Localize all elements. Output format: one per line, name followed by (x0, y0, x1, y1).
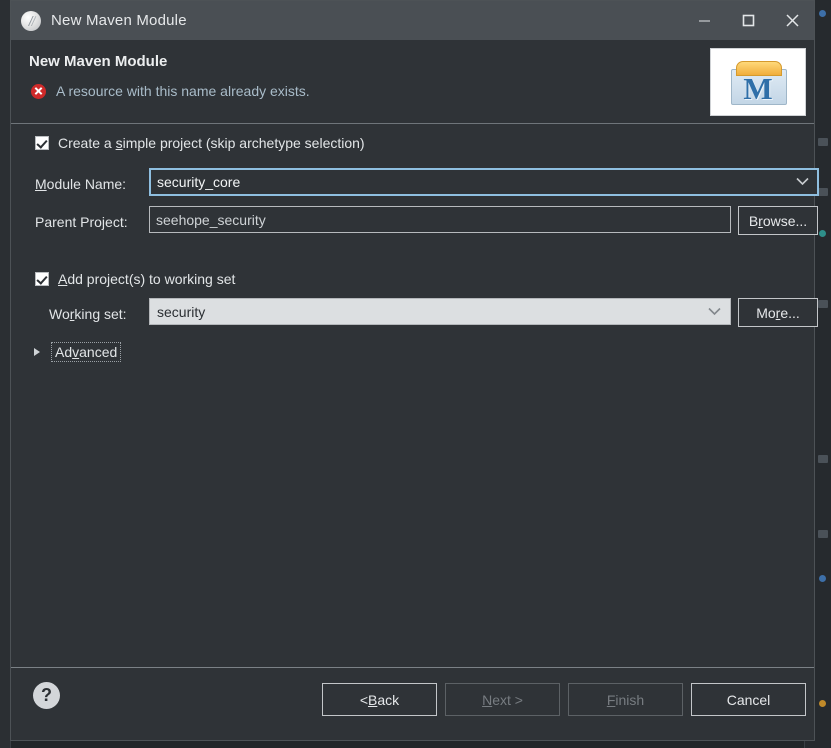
ide-panel-accent (819, 575, 826, 582)
label-prefix: Create a (58, 135, 116, 151)
label-suffix: ack (377, 691, 400, 708)
ide-panel-accent (819, 700, 826, 707)
browse-button[interactable]: Br owse... (738, 206, 818, 235)
ide-gutter-mark (1, 375, 10, 384)
ide-gutter-mark (1, 350, 10, 359)
ide-gutter-mark (1, 320, 10, 329)
cancel-button[interactable]: Cancel (691, 683, 806, 716)
working-set-combo[interactable] (149, 298, 731, 325)
ide-panel-mark (818, 188, 828, 196)
maven-feather-icon (21, 10, 41, 31)
window-controls (682, 1, 814, 40)
module-name-row: Module Name: (35, 176, 126, 192)
label-prefix: Wo (49, 306, 70, 322)
label-suffix: ext > (492, 691, 523, 708)
label-mnemonic: A (58, 271, 68, 287)
label-suffix: owse... (762, 212, 808, 229)
maven-letter: M (743, 71, 773, 106)
page-title: New Maven Module (29, 53, 168, 70)
dialog-button-bar: < Back Next > Finish Cancel (322, 683, 806, 716)
label-suffix: inish (615, 691, 645, 708)
minimize-icon[interactable] (682, 1, 726, 40)
add-to-working-set-checkbox[interactable] (35, 272, 49, 286)
dialog-title: New Maven Module (51, 12, 187, 29)
simple-project-checkbox[interactable] (35, 136, 49, 150)
simple-project-checkbox-row[interactable]: Create a simple project (skip archetype … (35, 135, 365, 151)
label-prefix: < (359, 691, 369, 708)
parent-project-input[interactable] (149, 206, 731, 233)
label-suffix: odule Name: (46, 176, 127, 192)
next-button[interactable]: Next > (445, 683, 560, 716)
ide-panel-mark (818, 300, 828, 308)
label-mnemonic: M (35, 176, 47, 192)
label-suffix: anced (79, 344, 118, 360)
module-name-input[interactable] (149, 168, 819, 196)
dialog-footer: ? < Back Next > Finish Cancel (11, 667, 814, 740)
ide-panel-accent (819, 10, 826, 17)
finish-button[interactable]: Finish (568, 683, 683, 716)
simple-project-label: Create a simple project (skip archetype … (58, 135, 365, 151)
advanced-label: Advanced (51, 342, 122, 362)
ide-panel-mark (818, 530, 828, 538)
label-prefix: Mo (756, 304, 776, 321)
dialog-titlebar[interactable]: New Maven Module (11, 1, 814, 40)
ide-panel-accent (819, 230, 826, 237)
add-to-working-set-label: Add project(s) to working set (58, 271, 235, 287)
working-set-row: Working set: (49, 306, 127, 322)
ide-panel-mark (818, 138, 828, 146)
dialog-body: Create a simple project (skip archetype … (11, 124, 819, 667)
maximize-icon[interactable] (726, 1, 770, 40)
label-prefix: B (748, 212, 759, 229)
parent-project-row: Parent Project: (35, 214, 128, 230)
maven-folder-icon: M (710, 48, 806, 116)
validation-message-row: A resource with this name already exists… (31, 83, 310, 99)
error-icon (31, 83, 46, 99)
advanced-section-toggle[interactable]: Advanced (34, 342, 122, 362)
new-maven-module-dialog: New Maven Module New Maven Module A reso… (10, 0, 819, 741)
label-suffix: dd project(s) to working set (67, 271, 236, 287)
parent-project-label: Parent Project: (35, 214, 128, 230)
label-suffix: Cancel (726, 691, 771, 708)
help-icon[interactable]: ? (33, 682, 60, 709)
label-suffix: e... (780, 304, 800, 321)
add-to-working-set-checkbox-row[interactable]: Add project(s) to working set (35, 271, 235, 287)
close-icon[interactable] (770, 1, 814, 40)
validation-message: A resource with this name already exists… (56, 83, 310, 99)
ide-panel-mark (818, 455, 828, 463)
label-mnemonic: N (482, 691, 493, 708)
more-button[interactable]: Mo r e... (738, 298, 818, 327)
label-mnemonic: F (606, 691, 616, 708)
chevron-right-icon (34, 348, 40, 356)
label-mnemonic: s (115, 135, 123, 151)
working-set-input[interactable] (149, 298, 731, 325)
back-button[interactable]: < Back (322, 683, 437, 716)
working-set-label: Working set: (49, 306, 127, 322)
module-name-label: Module Name: (35, 176, 126, 192)
dialog-header: New Maven Module A resource with this na… (11, 40, 814, 124)
label-suffix: king set: (74, 306, 127, 322)
module-name-combo[interactable] (149, 168, 819, 196)
label-prefix: Ad (55, 344, 73, 360)
label-mnemonic: B (368, 691, 378, 708)
ide-gutter-mark (1, 282, 10, 291)
label-suffix: imple project (skip archetype selection) (122, 135, 365, 151)
